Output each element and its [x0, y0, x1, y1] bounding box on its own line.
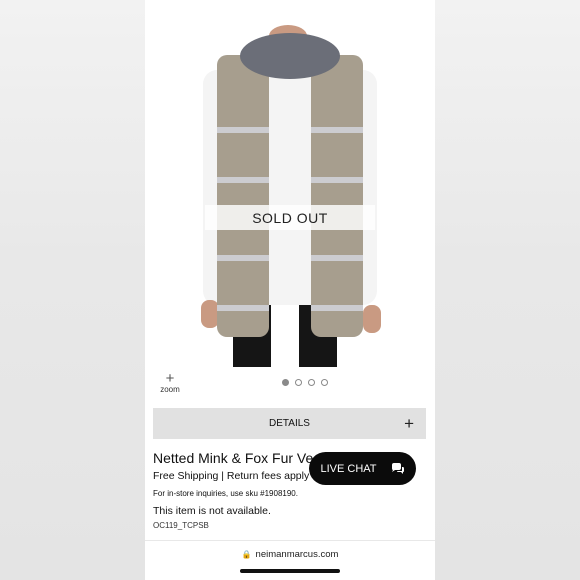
- vest-right-panel: [311, 55, 363, 337]
- zoom-label: zoom: [160, 385, 180, 394]
- carousel-dot[interactable]: [295, 379, 302, 386]
- model-right-hand: [363, 305, 381, 333]
- background-left: [0, 0, 145, 580]
- background-right: [435, 0, 580, 580]
- availability-status: This item is not available.: [153, 505, 271, 517]
- product-image[interactable]: [195, 25, 385, 367]
- fox-fur-collar: [240, 33, 340, 79]
- zoom-button[interactable]: + zoom: [155, 370, 185, 394]
- url-text: neimanmarcus.com: [255, 549, 339, 560]
- carousel-dots: [282, 379, 328, 386]
- home-indicator[interactable]: [240, 569, 340, 573]
- item-code: OC119_TCPSB: [153, 521, 209, 530]
- phone-screen: SOLD OUT + zoom DETAILS + Netted Mink & …: [145, 0, 435, 580]
- expand-plus-icon: +: [404, 414, 414, 433]
- live-chat-label: LIVE CHAT: [320, 462, 377, 475]
- details-accordion[interactable]: DETAILS +: [153, 408, 426, 439]
- product-title: Netted Mink & Fox Fur Ve: [153, 450, 314, 466]
- plus-icon: +: [165, 370, 175, 387]
- details-label: DETAILS: [269, 418, 310, 429]
- chat-bubbles-icon: [391, 462, 404, 474]
- carousel-dot[interactable]: [321, 379, 328, 386]
- address-bar[interactable]: 🔒 neimanmarcus.com: [145, 549, 435, 560]
- lock-icon: 🔒: [241, 550, 252, 559]
- carousel-dot[interactable]: [308, 379, 315, 386]
- address-bar-divider: [145, 540, 435, 541]
- vest-left-panel: [217, 55, 269, 337]
- sold-out-banner: SOLD OUT: [205, 205, 375, 230]
- sku-note: For in-store inquiries, use sku #1908190…: [153, 489, 298, 498]
- live-chat-button[interactable]: LIVE CHAT: [309, 452, 416, 485]
- carousel-dot[interactable]: [282, 379, 289, 386]
- shipping-info: Free Shipping | Return fees apply: [153, 470, 310, 482]
